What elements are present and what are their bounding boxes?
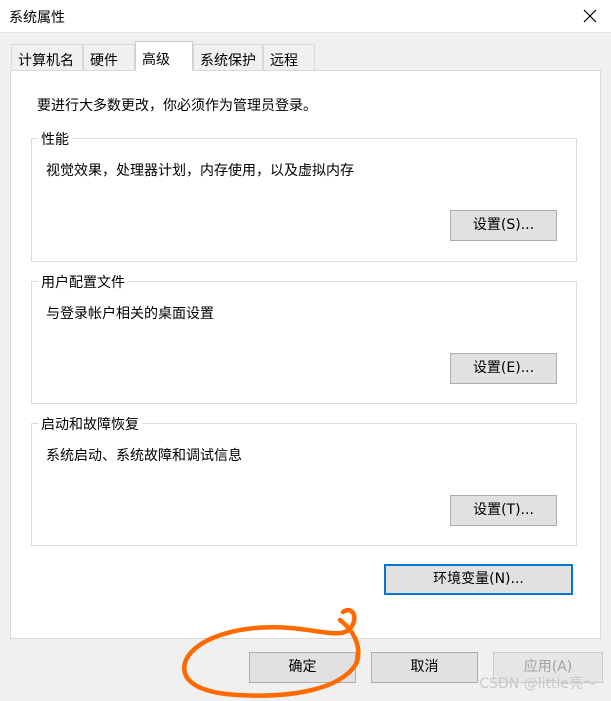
user-profiles-group: 用户配置文件 与登录帐户相关的桌面设置 设置(E)... (31, 272, 577, 404)
title-bar: 系统属性 (0, 0, 611, 33)
tab-system-protection[interactable]: 系统保护 (193, 44, 263, 70)
tab-label: 系统保护 (200, 53, 256, 69)
startup-recovery-description: 系统启动、系统故障和调试信息 (46, 448, 242, 464)
tab-label: 高级 (142, 52, 170, 68)
environment-variables-button[interactable]: 环境变量(N)... (384, 564, 573, 595)
performance-description: 视觉效果，处理器计划，内存使用，以及虚拟内存 (46, 163, 354, 179)
performance-settings-button[interactable]: 设置(S)... (450, 210, 557, 241)
startup-recovery-settings-button[interactable]: 设置(T)... (450, 495, 557, 526)
window-title: 系统属性 (9, 10, 65, 26)
advanced-panel: 要进行大多数更改，你必须作为管理员登录。 性能 视觉效果，处理器计划，内存使用，… (10, 70, 601, 639)
admin-notice: 要进行大多数更改，你必须作为管理员登录。 (37, 98, 317, 114)
close-icon[interactable] (577, 3, 603, 29)
tab-label: 硬件 (90, 53, 118, 69)
tab-advanced[interactable]: 高级 (135, 41, 193, 71)
tab-label: 计算机名 (18, 53, 74, 69)
user-profiles-description: 与登录帐户相关的桌面设置 (46, 306, 214, 322)
tab-remote[interactable]: 远程 (263, 44, 315, 70)
ok-button[interactable]: 确定 (249, 652, 356, 683)
startup-recovery-legend: 启动和故障恢复 (38, 414, 142, 434)
performance-legend: 性能 (38, 129, 72, 149)
tab-label: 远程 (270, 53, 298, 69)
performance-group: 性能 视觉效果，处理器计划，内存使用，以及虚拟内存 设置(S)... (31, 129, 577, 262)
startup-recovery-group: 启动和故障恢复 系统启动、系统故障和调试信息 设置(T)... (31, 414, 577, 546)
user-profiles-settings-button[interactable]: 设置(E)... (450, 353, 557, 384)
user-profiles-legend: 用户配置文件 (38, 272, 128, 292)
tab-computer-name[interactable]: 计算机名 (11, 44, 83, 70)
tab-hardware[interactable]: 硬件 (83, 44, 135, 70)
cancel-button[interactable]: 取消 (371, 652, 478, 683)
watermark: CSDN @little亮～ (479, 676, 597, 692)
